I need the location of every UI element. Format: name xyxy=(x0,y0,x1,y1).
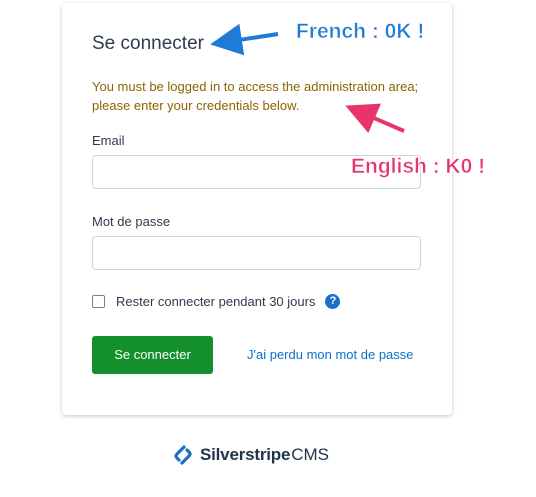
annotation-arrows xyxy=(210,23,405,134)
french-annotation: French : 0K ! xyxy=(296,20,425,44)
english-arrow xyxy=(345,103,405,134)
french-arrow xyxy=(210,23,279,56)
english-annotation: English : K0 ! xyxy=(351,155,486,179)
